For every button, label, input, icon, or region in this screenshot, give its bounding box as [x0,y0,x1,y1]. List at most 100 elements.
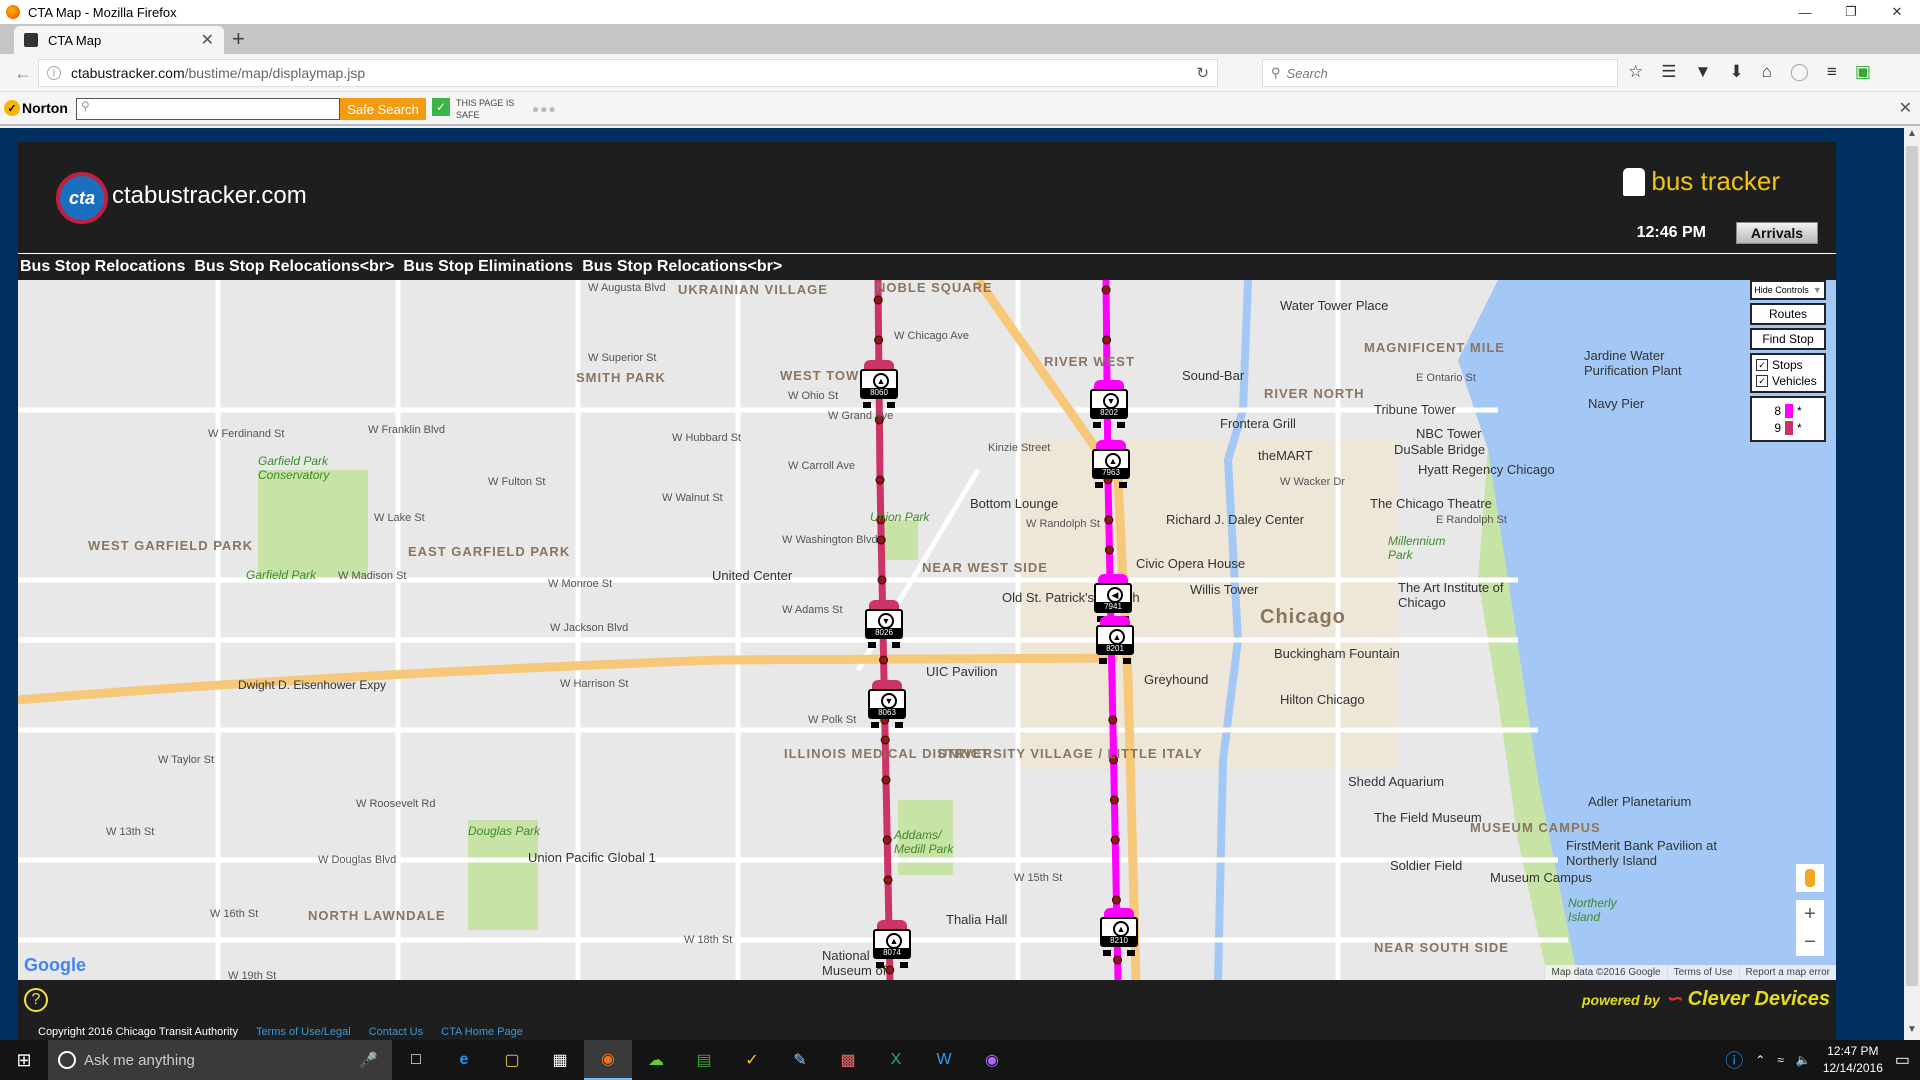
vehicles-checkbox[interactable]: ✓ Vehicles [1752,373,1824,389]
cta-logo[interactable]: cta [56,172,108,224]
place-label[interactable]: Adler Planetarium [1588,794,1691,809]
extension-icon[interactable]: ▣ [1855,62,1871,82]
help-tray-icon[interactable]: ⓘ [1725,1047,1743,1073]
wifi-icon[interactable]: ≈ [1777,1053,1784,1067]
alert-link[interactable]: Bus Stop Relocations<br> [582,258,782,276]
bus-stop-marker[interactable] [882,835,892,845]
store-icon[interactable]: ▦ [536,1040,584,1080]
legend-route-8[interactable]: 8 * [1752,402,1824,419]
cortana-search-box[interactable]: Ask me anything 🎤 [48,1040,392,1080]
contact-us-link[interactable]: Contact Us [369,1026,423,1038]
terms-of-use-link[interactable]: Terms of Use [1666,965,1739,980]
bus-marker-8074[interactable]: ▲ 8074 [873,920,911,968]
bus-stop-marker[interactable] [1104,545,1114,555]
alert-link[interactable]: Bus Stop Relocations [20,258,185,276]
routes-button[interactable]: Routes [1750,303,1826,325]
place-label[interactable]: Hyatt Regency Chicago [1418,462,1555,477]
bus-marker-8210[interactable]: ▲ 8210 [1100,908,1138,956]
bus-stop-marker[interactable] [883,875,893,885]
place-label[interactable]: Navy Pier [1588,396,1644,411]
bus-stop-marker[interactable] [873,295,883,305]
bus-marker-8060[interactable]: ▲ 8060 [860,360,898,408]
place-label[interactable]: Water Tower Place [1280,298,1388,313]
place-label[interactable]: The Chicago Theatre [1370,496,1492,511]
place-label[interactable]: Shedd Aquarium [1348,774,1444,789]
place-label[interactable]: Willis Tower [1190,582,1258,597]
bus-stop-marker[interactable] [1111,895,1121,905]
map[interactable]: UKRAINIAN VILLAGE NOBLE SQUARE SMITH PAR… [18,280,1836,980]
place-label[interactable]: United Center [712,568,792,583]
url-bar[interactable]: i ctabustracker.com/bustime/map/displaym… [38,59,1218,87]
page-scrollbar[interactable]: ▲ ▼ [1904,128,1920,1040]
firefox-taskbar-icon[interactable]: ◉ [584,1040,632,1080]
menu-icon[interactable]: ≡ [1827,62,1837,82]
bus-stop-marker[interactable] [1113,955,1123,965]
place-label[interactable]: Union Pacific Global 1 [528,850,656,865]
bus-stop-marker[interactable] [880,735,890,745]
bus-stop-marker[interactable] [1102,335,1112,345]
place-label[interactable]: FirstMerit Bank Pavilion at Northerly Is… [1566,838,1726,868]
microphone-icon[interactable]: 🎤 [359,1051,378,1069]
bus-stop-marker[interactable] [1110,835,1120,845]
legend-route-9[interactable]: 9 * [1752,419,1824,436]
place-label[interactable]: Thalia Hall [946,912,1007,927]
place-label[interactable]: Museum Campus [1490,870,1592,885]
report-map-error-link[interactable]: Report a map error [1738,965,1836,980]
back-button[interactable]: ← [10,60,36,86]
close-tab-icon[interactable]: ✕ [201,30,214,50]
taskbar-clock[interactable]: 12:47 PM 12/14/2016 [1823,1043,1883,1077]
hide-controls-button[interactable]: Hide Controls ▼ [1750,280,1826,300]
bus-marker-7941[interactable]: ◀ 7941 [1094,574,1132,622]
norton-more-icon[interactable]: ●●● [532,102,557,116]
close-toolbar-icon[interactable]: ✕ [1899,98,1912,118]
norton-search-input[interactable]: ⚲ [76,98,340,120]
reload-icon[interactable]: ↻ [1196,64,1209,82]
download-icon[interactable]: ⬇ [1729,62,1743,82]
scroll-down-icon[interactable]: ▼ [1904,1024,1920,1040]
bus-stop-marker[interactable] [1104,515,1114,525]
task-view-icon[interactable]: □ [392,1040,440,1080]
browser-search-input[interactable]: ⚲ Search [1262,59,1618,87]
place-label[interactable]: Richard J. Daley Center [1166,512,1304,527]
bus-marker-8026[interactable]: ▼ 8026 [865,600,903,648]
media-player-icon[interactable]: ◉ [968,1040,1016,1080]
minimize-button[interactable]: — [1782,0,1828,24]
green-app-icon[interactable]: ▤ [680,1040,728,1080]
bus-marker-8201[interactable]: ▲ 8201 [1096,616,1134,664]
place-label[interactable]: Hilton Chicago [1280,692,1365,707]
sync-icon[interactable]: ◯ [1790,62,1809,82]
bus-stop-marker[interactable] [881,775,891,785]
scrollbar-thumb[interactable] [1906,146,1918,986]
stops-checkbox[interactable]: ✓ Stops [1752,357,1824,373]
find-stop-button[interactable]: Find Stop [1750,328,1826,350]
place-label[interactable]: Tribune Tower [1374,402,1456,417]
photos-icon[interactable]: ▩ [824,1040,872,1080]
zoom-in-button[interactable]: + [1796,900,1824,928]
place-label[interactable]: theMART [1258,448,1313,463]
street-view-pegman-icon[interactable] [1796,864,1824,892]
place-label[interactable]: The Field Museum [1374,810,1482,825]
bookmark-star-icon[interactable]: ☆ [1628,62,1643,82]
place-label[interactable]: Civic Opera House [1136,556,1245,571]
edge-icon[interactable]: e [440,1040,488,1080]
excel-icon[interactable]: X [872,1040,920,1080]
cloud-app-icon[interactable]: ☁ [632,1040,680,1080]
place-label[interactable]: Bottom Lounge [970,496,1058,511]
place-label[interactable]: DuSable Bridge [1394,442,1485,457]
bus-stop-marker[interactable] [1109,795,1119,805]
site-info-icon[interactable]: i [47,66,61,80]
paint-icon[interactable]: ✎ [776,1040,824,1080]
help-icon[interactable]: ? [24,988,48,1012]
bus-stop-marker[interactable] [877,575,887,585]
bus-marker-8063[interactable]: ▼ 8063 [868,680,906,728]
place-label[interactable]: Frontera Grill [1220,416,1296,431]
place-label[interactable]: Jardine Water Purification Plant [1584,348,1704,378]
place-label[interactable]: UIC Pavilion [926,664,998,679]
alert-link[interactable]: Bus Stop Eliminations [403,258,573,276]
bus-stop-marker[interactable] [874,335,884,345]
norton-taskbar-icon[interactable]: ✓ [728,1040,776,1080]
reading-list-icon[interactable]: ☰ [1661,62,1676,82]
bus-stop-marker[interactable] [879,655,889,665]
windows-start-button[interactable]: ⊞ [0,1040,48,1080]
bus-stop-marker[interactable] [875,475,885,485]
